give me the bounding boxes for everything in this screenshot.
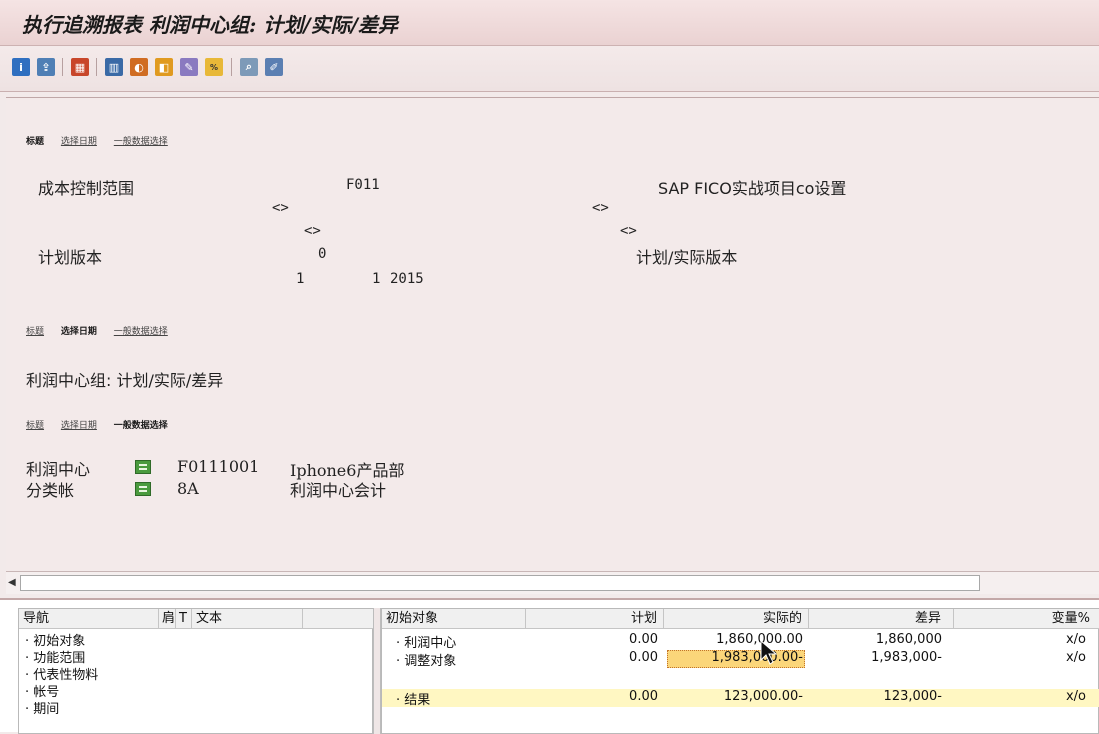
toolbar-separator bbox=[96, 58, 97, 76]
fiscal-year: 2015 bbox=[390, 271, 424, 287]
res-col-pct[interactable]: 变量% bbox=[954, 609, 1099, 629]
result-diff: 1,983,000- bbox=[871, 650, 942, 665]
tab-general-selection[interactable]: 一般数据选择 bbox=[114, 327, 168, 337]
result-plan: 0.00 bbox=[629, 650, 658, 665]
navigation-pane: 导航 肩 T 文本 · 初始对象 · 功能范围 · 代表性物料 · 帐号 · 期… bbox=[18, 608, 374, 734]
value-ledger: 8A bbox=[177, 479, 199, 498]
drilldown-area: 导航 肩 T 文本 · 初始对象 · 功能范围 · 代表性物料 · 帐号 · 期… bbox=[0, 598, 1099, 734]
graphic-icon[interactable]: ◐ bbox=[130, 58, 148, 76]
period-from: 1 bbox=[296, 271, 305, 287]
period-to: 1 bbox=[372, 271, 381, 287]
result-diff: 1,860,000 bbox=[875, 632, 942, 647]
result-plan: 0.00 bbox=[629, 632, 658, 647]
result-object[interactable]: · 利润中心 bbox=[396, 632, 456, 651]
scroll-left-icon[interactable]: ◀ bbox=[8, 577, 16, 588]
placeholder: <> bbox=[304, 223, 321, 239]
report-area: 标题 选择日期 一般数据选择 成本控制范围 F011 SAP FICO实战项目c… bbox=[6, 97, 1099, 571]
result-actual[interactable]: 1,860,000.00 bbox=[664, 632, 803, 647]
edit-icon[interactable]: ✎ bbox=[180, 58, 198, 76]
report-subtitle: 利润中心组: 计划/实际/差异 bbox=[26, 371, 224, 390]
scroll-track[interactable] bbox=[20, 575, 980, 591]
info-icon[interactable]: i bbox=[12, 58, 30, 76]
header-tabs-1: 标题 选择日期 一般数据选择 bbox=[26, 134, 182, 147]
horizontal-scrollbar[interactable]: ◀ bbox=[6, 571, 1099, 594]
placeholder: <> bbox=[272, 200, 289, 216]
toolbar-separator bbox=[231, 58, 232, 76]
result-object[interactable]: · 结果 bbox=[396, 689, 430, 708]
result-pct: x/o bbox=[1065, 689, 1086, 704]
res-col-object[interactable]: 初始对象 bbox=[382, 609, 526, 629]
desc-ledger: 利润中心会计 bbox=[290, 481, 387, 500]
nav-col-b[interactable]: T bbox=[176, 609, 192, 629]
label-plan-version: 计划版本 bbox=[38, 248, 103, 267]
select-icon[interactable]: ◧ bbox=[155, 58, 173, 76]
tab-general-selection[interactable]: 一般数据选择 bbox=[114, 137, 168, 147]
placeholder: <> bbox=[592, 200, 609, 216]
nav-col-blank bbox=[303, 609, 374, 629]
result-pct: x/o bbox=[1065, 632, 1086, 647]
tab-selection-date[interactable]: 选择日期 bbox=[61, 137, 97, 147]
equals-icon bbox=[135, 460, 151, 474]
change-icon[interactable]: ✐ bbox=[265, 58, 283, 76]
application-toolbar: i ⇪ ▦ ▥ ◐ ◧ ✎ % ⌕ ✐ bbox=[0, 46, 1099, 92]
export-icon[interactable]: ⇪ bbox=[37, 58, 55, 76]
equals-icon bbox=[135, 482, 151, 496]
result-actual[interactable]: 1,983,000.00- bbox=[664, 650, 803, 665]
hundred-icon[interactable]: % bbox=[205, 58, 223, 76]
nav-col-a[interactable]: 肩 bbox=[159, 609, 176, 629]
res-col-diff[interactable]: 差异 bbox=[809, 609, 954, 629]
tab-selection-date[interactable]: 选择日期 bbox=[61, 421, 97, 431]
toolbar-separator bbox=[62, 58, 63, 76]
filter-icon[interactable]: ▦ bbox=[71, 58, 89, 76]
layout-icon[interactable]: ▥ bbox=[105, 58, 123, 76]
nav-col-title[interactable]: 导航 bbox=[19, 609, 159, 629]
tab-title[interactable]: 标题 bbox=[26, 421, 44, 431]
res-col-plan[interactable]: 计划 bbox=[526, 609, 664, 629]
tab-title[interactable]: 标题 bbox=[26, 327, 44, 337]
value-profit-center: F0111001 bbox=[177, 457, 260, 476]
header-tabs-2: 标题 选择日期 一般数据选择 bbox=[26, 324, 182, 337]
tab-selection-date[interactable]: 选择日期 bbox=[61, 327, 97, 337]
label-controlling-area: 成本控制范围 bbox=[38, 179, 135, 198]
window-title: 执行追溯报表 利润中心组: 计划/实际/差异 bbox=[22, 13, 398, 37]
result-plan: 0.00 bbox=[629, 689, 658, 704]
value-controlling-area: F011 bbox=[346, 177, 380, 193]
pane-splitter[interactable] bbox=[373, 608, 381, 734]
result-object[interactable]: · 调整对象 bbox=[396, 650, 456, 669]
desc-plan-version: 计划/实际版本 bbox=[636, 248, 738, 267]
mouse-cursor-icon bbox=[760, 640, 778, 665]
find-icon[interactable]: ⌕ bbox=[240, 58, 258, 76]
desc-controlling-area: SAP FICO实战项目co设置 bbox=[658, 179, 847, 198]
result-actual[interactable]: 123,000.00- bbox=[664, 689, 803, 704]
value-plan-version: 0 bbox=[318, 246, 327, 262]
nav-item[interactable]: · 期间 bbox=[25, 698, 59, 717]
nav-col-text[interactable]: 文本 bbox=[192, 609, 303, 629]
result-pct: x/o bbox=[1065, 650, 1086, 665]
tab-title[interactable]: 标题 bbox=[26, 137, 44, 147]
result-diff: 123,000- bbox=[883, 689, 942, 704]
placeholder: <> bbox=[620, 223, 637, 239]
label-ledger: 分类帐 bbox=[26, 481, 75, 500]
header-tabs-3: 标题 选择日期 一般数据选择 bbox=[26, 418, 182, 431]
res-col-actual[interactable]: 实际的 bbox=[664, 609, 809, 629]
results-pane: 初始对象 计划 实际的 差异 变量% · 利润中心 0.00 1,860,000… bbox=[381, 608, 1099, 734]
title-bar: 执行追溯报表 利润中心组: 计划/实际/差异 bbox=[0, 0, 1099, 46]
tab-general-selection[interactable]: 一般数据选择 bbox=[114, 421, 168, 431]
